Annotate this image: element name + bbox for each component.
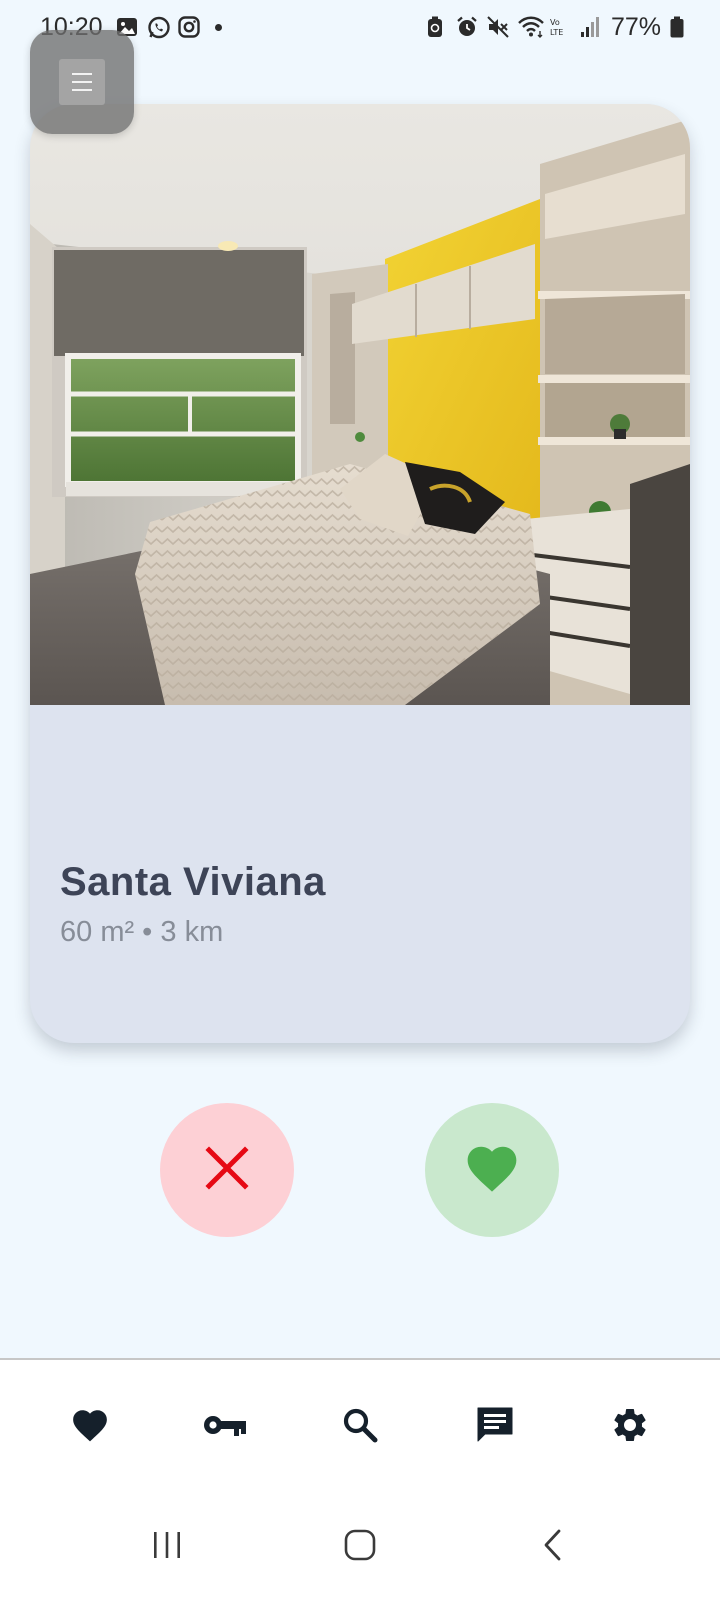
nav-item-rentals[interactable] <box>181 1383 269 1471</box>
bottom-nav <box>0 1358 720 1494</box>
nav-item-likes[interactable] <box>46 1383 134 1471</box>
listing-subtitle: 60 m² • 3 km <box>60 916 224 948</box>
back-icon <box>542 1529 564 1566</box>
hamburger-menu-icon <box>59 59 105 105</box>
svg-text:Vo: Vo <box>550 18 560 27</box>
mute-icon <box>487 16 509 38</box>
nav-item-search[interactable] <box>316 1383 404 1471</box>
notification-dot <box>214 23 222 31</box>
gear-icon <box>610 1405 650 1450</box>
bedroom-photo <box>30 104 690 705</box>
battery-saver-icon <box>425 16 447 38</box>
menu-button[interactable] <box>30 30 134 134</box>
back-button[interactable] <box>523 1517 583 1577</box>
nav-item-chat[interactable] <box>451 1383 539 1471</box>
reject-button[interactable] <box>160 1103 294 1237</box>
battery-icon <box>670 16 684 38</box>
heart-icon <box>70 1407 110 1448</box>
instagram-icon <box>177 16 200 38</box>
listing-card[interactable]: Santa Viviana 60 m² • 3 km <box>30 104 690 1043</box>
search-icon <box>341 1406 379 1449</box>
signal-icon <box>580 16 602 38</box>
home-button[interactable] <box>330 1517 390 1577</box>
chat-icon <box>475 1405 515 1450</box>
nav-item-settings[interactable] <box>586 1383 674 1471</box>
recents-button[interactable] <box>137 1517 197 1577</box>
volte-icon: Vo LTE <box>549 16 571 38</box>
whatsapp-icon <box>147 16 170 39</box>
wifi-icon <box>518 16 544 38</box>
recents-icon <box>151 1530 183 1565</box>
listing-title: Santa Viviana <box>60 860 326 904</box>
home-icon <box>344 1529 376 1566</box>
close-icon <box>205 1145 249 1195</box>
like-button[interactable] <box>425 1103 559 1237</box>
alarm-icon <box>456 16 478 38</box>
battery-percent: 77% <box>610 12 661 41</box>
key-icon <box>202 1412 248 1443</box>
svg-text:LTE: LTE <box>550 28 563 37</box>
heart-icon <box>463 1142 521 1199</box>
system-nav <box>0 1494 720 1600</box>
status-right: Vo LTE 77% <box>425 13 684 42</box>
